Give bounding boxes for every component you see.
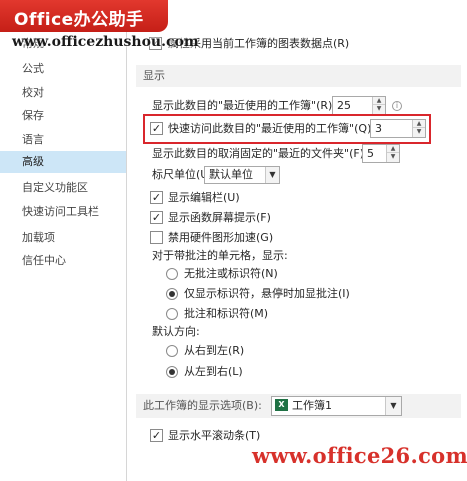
function-tips-checkbox[interactable]: ✓	[150, 211, 163, 224]
workbook-select[interactable]: X 工作簿1 ▼	[271, 396, 402, 416]
sidebar-item-trust-center[interactable]: 信任中心	[0, 250, 126, 272]
unpinned-folders-label: 显示此数目的取消固定的"最近的文件夹"(F):	[152, 147, 368, 160]
quick-access-label: 快速访问此数目的"最近使用的工作簿"(Q):	[168, 122, 376, 135]
hw-accel-checkbox[interactable]	[150, 231, 163, 244]
spin-down-icon[interactable]: ▼	[373, 105, 385, 113]
site-url-watermark: www.officezhushou.com	[12, 34, 199, 50]
sidebar-item-advanced[interactable]: 高级	[0, 151, 126, 173]
comment-indicator-radio[interactable]	[166, 288, 178, 300]
spin-down-icon[interactable]: ▼	[413, 128, 425, 136]
hscroll-label: 显示水平滚动条(T)	[168, 429, 261, 442]
recent-workbooks-value: 25	[337, 99, 351, 112]
spin-up-icon[interactable]: ▲	[373, 97, 385, 105]
sidebar-item-quick-access-toolbar[interactable]: 快速访问工具栏	[0, 201, 126, 223]
options-sidebar: 常规 公式 校对 保存 语言 高级 自定义功能区 快速访问工具栏 加载项 信任中…	[0, 0, 127, 481]
sidebar-item-proofing[interactable]: 校对	[0, 82, 126, 104]
quick-access-value: 3	[375, 122, 382, 135]
comments-heading: 对于带批注的单元格，显示:	[152, 249, 288, 262]
sidebar-item-language[interactable]: 语言	[0, 129, 126, 151]
info-icon[interactable]: i	[392, 101, 402, 111]
workbook-value: 工作簿1	[292, 399, 332, 412]
ruler-units-select[interactable]: 默认单位 ▼	[204, 166, 280, 184]
hw-accel-label: 禁用硬件图形加速(G)	[168, 231, 274, 244]
unpinned-folders-spinner[interactable]: 5 ▲ ▼	[362, 144, 400, 163]
direction-ltr-label: 从左到右(L)	[184, 365, 243, 378]
comment-none-radio[interactable]	[166, 268, 178, 280]
sidebar-item-add-ins[interactable]: 加载项	[0, 227, 126, 249]
unpinned-folders-value: 5	[367, 147, 374, 160]
comment-none-label: 无批注或标识符(N)	[184, 267, 278, 280]
quick-access-spinner[interactable]: 3 ▲ ▼	[370, 119, 426, 138]
bottom-watermark: www.office26.com	[252, 443, 467, 468]
direction-heading: 默认方向:	[152, 325, 200, 338]
logo-text: Office办公助手	[14, 10, 144, 30]
recent-workbooks-spinner[interactable]: 25 ▲ ▼	[332, 96, 386, 115]
display-section-header: 显示	[136, 65, 461, 87]
comment-indicator-label: 仅显示标识符，悬停时加显批注(I)	[184, 287, 350, 300]
spin-up-icon[interactable]: ▲	[387, 145, 399, 153]
hscroll-checkbox[interactable]: ✓	[150, 429, 163, 442]
formula-bar-label: 显示编辑栏(U)	[168, 191, 240, 204]
recent-workbooks-label: 显示此数目的"最近使用的工作簿"(R):	[152, 99, 337, 112]
ruler-units-value: 默认单位	[209, 168, 253, 181]
sidebar-item-save[interactable]: 保存	[0, 105, 126, 127]
chevron-down-icon: ▼	[265, 167, 279, 183]
direction-rtl-label: 从右到左(R)	[184, 344, 245, 357]
sidebar-item-customize-ribbon[interactable]: 自定义功能区	[0, 177, 126, 199]
spin-up-icon[interactable]: ▲	[413, 120, 425, 128]
function-tips-label: 显示函数屏幕提示(F)	[168, 211, 271, 224]
sidebar-item-formulas[interactable]: 公式	[0, 58, 126, 80]
chevron-down-icon: ▼	[385, 397, 401, 415]
comment-both-radio[interactable]	[166, 308, 178, 320]
comment-both-label: 批注和标识符(M)	[184, 307, 269, 320]
quick-access-checkbox[interactable]: ✓	[150, 122, 163, 135]
excel-icon: X	[275, 399, 288, 411]
formula-bar-checkbox[interactable]: ✓	[150, 191, 163, 204]
site-logo: Office办公助手	[0, 0, 168, 32]
direction-rtl-radio[interactable]	[166, 345, 178, 357]
direction-ltr-radio[interactable]	[166, 366, 178, 378]
spin-down-icon[interactable]: ▼	[387, 153, 399, 161]
